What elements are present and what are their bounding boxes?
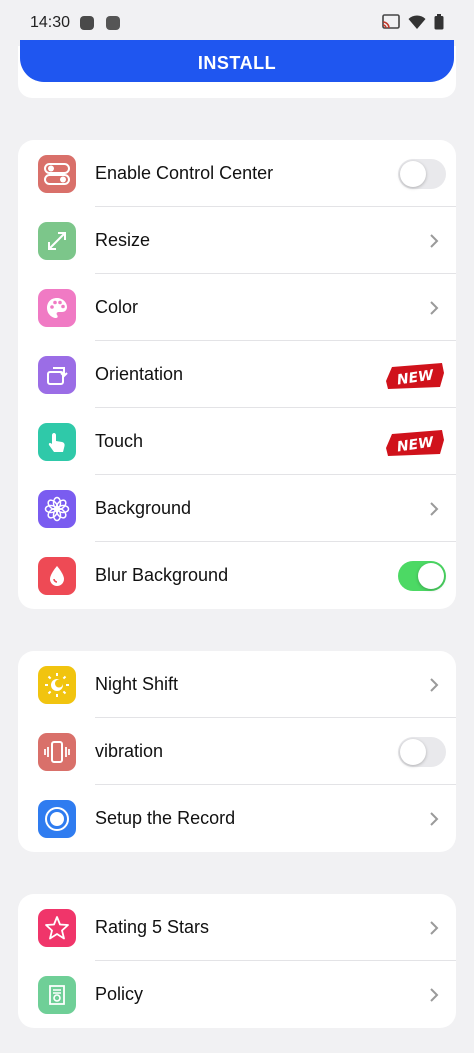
vibration-icon [38, 733, 76, 771]
row-background[interactable]: Background [18, 475, 456, 542]
blur-background-toggle[interactable] [398, 561, 446, 591]
alert-icon [106, 16, 120, 30]
row-label: vibration [95, 741, 164, 761]
row-enable-control-center[interactable]: Enable Control Center [18, 140, 456, 207]
row-vibration[interactable]: vibration [18, 718, 456, 785]
vibration-toggle[interactable] [398, 737, 446, 767]
row-label: Night Shift [95, 674, 179, 694]
row-touch[interactable]: Touch NEW [18, 408, 456, 475]
row-label: Touch [95, 431, 144, 451]
row-resize[interactable]: Resize [18, 207, 456, 274]
row-night-shift[interactable]: Night Shift [18, 651, 456, 718]
settings-group-display: Night Shift vibration Setup the Record [18, 651, 456, 852]
chevron-right-icon [430, 678, 439, 692]
row-color[interactable]: Color [18, 274, 456, 341]
notification-icon [80, 16, 94, 30]
row-blur-background[interactable]: Blur Background [18, 542, 456, 609]
row-rating[interactable]: Rating 5 Stars [18, 894, 456, 961]
row-setup-record[interactable]: Setup the Record [18, 785, 456, 852]
drop-icon [38, 557, 76, 595]
resize-icon [38, 222, 76, 260]
install-button[interactable]: INSTALL [20, 40, 454, 82]
row-label: Policy [95, 984, 144, 1004]
chevron-right-icon [430, 812, 439, 826]
cast-icon [382, 14, 400, 35]
chevron-right-icon [430, 988, 439, 1002]
rotate-icon [38, 356, 76, 394]
row-orientation[interactable]: Orientation NEW [18, 341, 456, 408]
row-label: Color [95, 297, 139, 317]
record-icon [38, 800, 76, 838]
chevron-right-icon [430, 502, 439, 516]
flower-icon [38, 490, 76, 528]
sun-moon-icon [38, 666, 76, 704]
install-card: INSTALL [18, 40, 456, 98]
status-time: 14:30 [30, 14, 71, 31]
policy-icon [38, 976, 76, 1014]
row-label: Resize [95, 230, 151, 250]
row-label: Blur Background [95, 565, 229, 585]
palette-icon [38, 289, 76, 327]
row-label: Enable Control Center [95, 163, 274, 183]
toggles-icon [38, 155, 76, 193]
new-badge: NEW [386, 430, 444, 456]
chevron-right-icon [430, 301, 439, 315]
new-badge: NEW [386, 363, 444, 389]
chevron-right-icon [430, 234, 439, 248]
settings-group-about: Rating 5 Stars Policy [18, 894, 456, 1028]
control-center-toggle[interactable] [398, 159, 446, 189]
row-label: Setup the Record [95, 808, 236, 828]
chevron-right-icon [430, 921, 439, 935]
row-label: Background [95, 498, 192, 518]
hand-pointer-icon [38, 423, 76, 461]
battery-icon [434, 14, 444, 35]
wifi-icon [408, 14, 426, 35]
settings-group-main: Enable Control Center Resize Color Orien… [18, 140, 456, 609]
row-label: Orientation [95, 364, 184, 384]
row-policy[interactable]: Policy [18, 961, 456, 1028]
star-icon [38, 909, 76, 947]
row-label: Rating 5 Stars [95, 917, 210, 937]
